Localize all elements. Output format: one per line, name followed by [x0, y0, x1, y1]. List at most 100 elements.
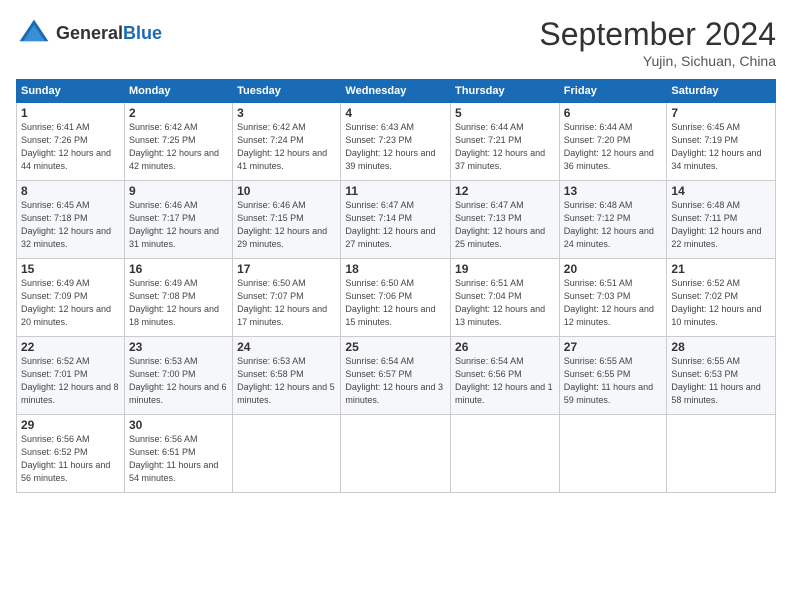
- table-row: 24 Sunrise: 6:53 AMSunset: 6:58 PMDaylig…: [233, 337, 341, 415]
- table-row: 22 Sunrise: 6:52 AMSunset: 7:01 PMDaylig…: [17, 337, 125, 415]
- table-row: 17 Sunrise: 6:50 AMSunset: 7:07 PMDaylig…: [233, 259, 341, 337]
- day-detail: Sunrise: 6:48 AMSunset: 7:12 PMDaylight:…: [564, 199, 663, 251]
- logo-general: General: [56, 23, 123, 43]
- day-number: 14: [671, 184, 771, 198]
- day-number: 24: [237, 340, 336, 354]
- day-number: 10: [237, 184, 336, 198]
- day-number: 19: [455, 262, 555, 276]
- table-row: 28 Sunrise: 6:55 AMSunset: 6:53 PMDaylig…: [667, 337, 776, 415]
- table-row: 9 Sunrise: 6:46 AMSunset: 7:17 PMDayligh…: [124, 181, 232, 259]
- day-detail: Sunrise: 6:47 AMSunset: 7:13 PMDaylight:…: [455, 199, 555, 251]
- day-number: 8: [21, 184, 120, 198]
- table-row: 18 Sunrise: 6:50 AMSunset: 7:06 PMDaylig…: [341, 259, 451, 337]
- day-detail: Sunrise: 6:55 AMSunset: 6:55 PMDaylight:…: [564, 355, 663, 407]
- calendar-week-row: 1 Sunrise: 6:41 AMSunset: 7:26 PMDayligh…: [17, 103, 776, 181]
- table-row: 15 Sunrise: 6:49 AMSunset: 7:09 PMDaylig…: [17, 259, 125, 337]
- table-row: 10 Sunrise: 6:46 AMSunset: 7:15 PMDaylig…: [233, 181, 341, 259]
- day-detail: Sunrise: 6:56 AMSunset: 6:51 PMDaylight:…: [129, 433, 228, 485]
- location-subtitle: Yujin, Sichuan, China: [539, 53, 776, 69]
- table-row: [559, 415, 667, 493]
- day-number: 13: [564, 184, 663, 198]
- day-number: 23: [129, 340, 228, 354]
- table-row: 27 Sunrise: 6:55 AMSunset: 6:55 PMDaylig…: [559, 337, 667, 415]
- table-row: 16 Sunrise: 6:49 AMSunset: 7:08 PMDaylig…: [124, 259, 232, 337]
- day-number: 2: [129, 106, 228, 120]
- day-number: 16: [129, 262, 228, 276]
- month-title: September 2024: [539, 16, 776, 53]
- calendar-week-row: 29 Sunrise: 6:56 AMSunset: 6:52 PMDaylig…: [17, 415, 776, 493]
- day-detail: Sunrise: 6:45 AMSunset: 7:18 PMDaylight:…: [21, 199, 120, 251]
- col-friday: Friday: [559, 80, 667, 103]
- col-wednesday: Wednesday: [341, 80, 451, 103]
- col-tuesday: Tuesday: [233, 80, 341, 103]
- day-number: 12: [455, 184, 555, 198]
- table-row: 29 Sunrise: 6:56 AMSunset: 6:52 PMDaylig…: [17, 415, 125, 493]
- table-row: 4 Sunrise: 6:43 AMSunset: 7:23 PMDayligh…: [341, 103, 451, 181]
- day-detail: Sunrise: 6:46 AMSunset: 7:15 PMDaylight:…: [237, 199, 336, 251]
- day-number: 28: [671, 340, 771, 354]
- day-detail: Sunrise: 6:44 AMSunset: 7:21 PMDaylight:…: [455, 121, 555, 173]
- day-number: 18: [345, 262, 446, 276]
- day-detail: Sunrise: 6:50 AMSunset: 7:07 PMDaylight:…: [237, 277, 336, 329]
- day-number: 25: [345, 340, 446, 354]
- calendar: Sunday Monday Tuesday Wednesday Thursday…: [16, 79, 776, 493]
- calendar-week-row: 22 Sunrise: 6:52 AMSunset: 7:01 PMDaylig…: [17, 337, 776, 415]
- day-number: 7: [671, 106, 771, 120]
- day-detail: Sunrise: 6:43 AMSunset: 7:23 PMDaylight:…: [345, 121, 446, 173]
- day-detail: Sunrise: 6:45 AMSunset: 7:19 PMDaylight:…: [671, 121, 771, 173]
- day-number: 15: [21, 262, 120, 276]
- day-detail: Sunrise: 6:51 AMSunset: 7:04 PMDaylight:…: [455, 277, 555, 329]
- table-row: [451, 415, 560, 493]
- table-row: 25 Sunrise: 6:54 AMSunset: 6:57 PMDaylig…: [341, 337, 451, 415]
- day-number: 26: [455, 340, 555, 354]
- col-saturday: Saturday: [667, 80, 776, 103]
- day-detail: Sunrise: 6:54 AMSunset: 6:57 PMDaylight:…: [345, 355, 446, 407]
- day-detail: Sunrise: 6:56 AMSunset: 6:52 PMDaylight:…: [21, 433, 120, 485]
- day-number: 29: [21, 418, 120, 432]
- day-number: 20: [564, 262, 663, 276]
- table-row: 6 Sunrise: 6:44 AMSunset: 7:20 PMDayligh…: [559, 103, 667, 181]
- day-number: 6: [564, 106, 663, 120]
- logo-text: GeneralBlue: [56, 24, 162, 44]
- day-detail: Sunrise: 6:52 AMSunset: 7:01 PMDaylight:…: [21, 355, 120, 407]
- day-detail: Sunrise: 6:53 AMSunset: 6:58 PMDaylight:…: [237, 355, 336, 407]
- day-number: 1: [21, 106, 120, 120]
- table-row: 19 Sunrise: 6:51 AMSunset: 7:04 PMDaylig…: [451, 259, 560, 337]
- day-detail: Sunrise: 6:42 AMSunset: 7:25 PMDaylight:…: [129, 121, 228, 173]
- day-detail: Sunrise: 6:52 AMSunset: 7:02 PMDaylight:…: [671, 277, 771, 329]
- calendar-week-row: 8 Sunrise: 6:45 AMSunset: 7:18 PMDayligh…: [17, 181, 776, 259]
- header: GeneralBlue September 2024 Yujin, Sichua…: [16, 16, 776, 69]
- day-detail: Sunrise: 6:53 AMSunset: 7:00 PMDaylight:…: [129, 355, 228, 407]
- day-detail: Sunrise: 6:42 AMSunset: 7:24 PMDaylight:…: [237, 121, 336, 173]
- table-row: [667, 415, 776, 493]
- table-row: [233, 415, 341, 493]
- logo: GeneralBlue: [16, 16, 162, 52]
- table-row: [341, 415, 451, 493]
- col-thursday: Thursday: [451, 80, 560, 103]
- day-number: 30: [129, 418, 228, 432]
- table-row: 2 Sunrise: 6:42 AMSunset: 7:25 PMDayligh…: [124, 103, 232, 181]
- calendar-header-row: Sunday Monday Tuesday Wednesday Thursday…: [17, 80, 776, 103]
- day-detail: Sunrise: 6:51 AMSunset: 7:03 PMDaylight:…: [564, 277, 663, 329]
- day-number: 22: [21, 340, 120, 354]
- table-row: 3 Sunrise: 6:42 AMSunset: 7:24 PMDayligh…: [233, 103, 341, 181]
- table-row: 7 Sunrise: 6:45 AMSunset: 7:19 PMDayligh…: [667, 103, 776, 181]
- calendar-week-row: 15 Sunrise: 6:49 AMSunset: 7:09 PMDaylig…: [17, 259, 776, 337]
- logo-icon: [16, 16, 52, 52]
- col-sunday: Sunday: [17, 80, 125, 103]
- day-number: 3: [237, 106, 336, 120]
- day-detail: Sunrise: 6:47 AMSunset: 7:14 PMDaylight:…: [345, 199, 446, 251]
- day-number: 17: [237, 262, 336, 276]
- day-detail: Sunrise: 6:49 AMSunset: 7:09 PMDaylight:…: [21, 277, 120, 329]
- table-row: 23 Sunrise: 6:53 AMSunset: 7:00 PMDaylig…: [124, 337, 232, 415]
- table-row: 21 Sunrise: 6:52 AMSunset: 7:02 PMDaylig…: [667, 259, 776, 337]
- day-detail: Sunrise: 6:41 AMSunset: 7:26 PMDaylight:…: [21, 121, 120, 173]
- day-detail: Sunrise: 6:54 AMSunset: 6:56 PMDaylight:…: [455, 355, 555, 407]
- title-block: September 2024 Yujin, Sichuan, China: [539, 16, 776, 69]
- table-row: 20 Sunrise: 6:51 AMSunset: 7:03 PMDaylig…: [559, 259, 667, 337]
- day-number: 9: [129, 184, 228, 198]
- table-row: 26 Sunrise: 6:54 AMSunset: 6:56 PMDaylig…: [451, 337, 560, 415]
- table-row: 5 Sunrise: 6:44 AMSunset: 7:21 PMDayligh…: [451, 103, 560, 181]
- table-row: 14 Sunrise: 6:48 AMSunset: 7:11 PMDaylig…: [667, 181, 776, 259]
- table-row: 30 Sunrise: 6:56 AMSunset: 6:51 PMDaylig…: [124, 415, 232, 493]
